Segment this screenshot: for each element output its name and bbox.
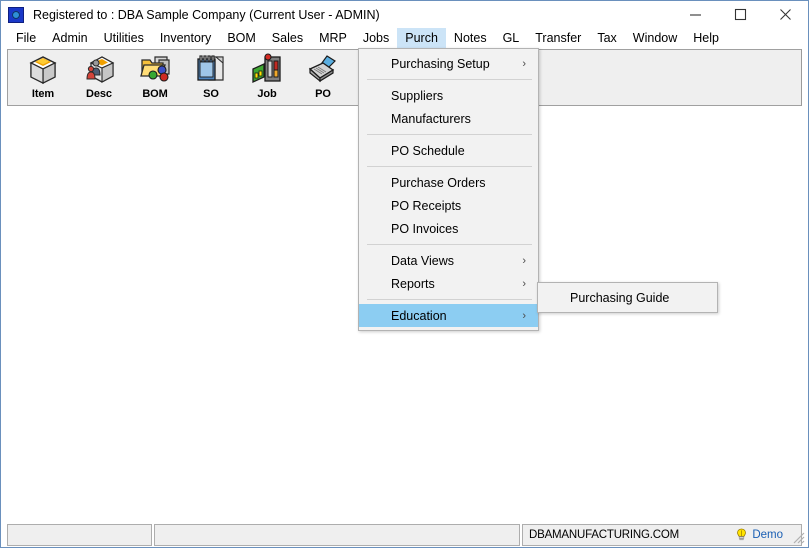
purch-dropdown-menu: Purchasing Setup › Suppliers Manufacturers P…: [358, 48, 539, 331]
menubar-item-inventory[interactable]: Inventory: [152, 28, 219, 48]
menu-item-purchasing-setup[interactable]: Purchasing Setup ›: [359, 52, 538, 75]
menu-separator: [367, 244, 532, 245]
purchase-order-stapler-icon: [307, 53, 339, 85]
education-submenu: Purchasing Guide: [537, 282, 718, 313]
menubar-item-mrp[interactable]: MRP: [311, 28, 355, 48]
menu-item-label: Purchase Orders: [391, 175, 486, 190]
menu-item-po-schedule[interactable]: PO Schedule: [359, 139, 538, 162]
job-machine-icon: [251, 53, 283, 85]
item-box-icon: [27, 53, 59, 85]
menu-item-label: Reports: [391, 276, 435, 291]
menu-item-label: Suppliers: [391, 88, 444, 103]
title-bar: Registered to : DBA Sample Company (Curr…: [1, 1, 808, 28]
menubar-item-admin[interactable]: Admin: [44, 28, 95, 48]
menubar-item-bom[interactable]: BOM: [219, 28, 263, 48]
resize-grip-icon[interactable]: [791, 530, 805, 544]
chevron-right-icon: ›: [522, 254, 526, 267]
menu-bar: File Admin Utilities Inventory BOM Sales MRP Jo…: [1, 28, 808, 48]
menubar-item-utilities[interactable]: Utilities: [96, 28, 152, 48]
toolbar-button-label: BOM: [142, 88, 168, 100]
toolbar-button-so[interactable]: SO: [183, 50, 239, 105]
status-panel-right: DBAMANUFACTURING.COM Demo: [522, 523, 802, 546]
menubar-item-sales[interactable]: Sales: [264, 28, 311, 48]
menu-item-label: Manufacturers: [391, 111, 471, 126]
lightbulb-icon: [737, 528, 747, 540]
menubar-item-transfer[interactable]: Transfer: [527, 28, 589, 48]
maximize-icon: [734, 8, 747, 21]
window-title: Registered to : DBA Sample Company (Curr…: [33, 7, 380, 22]
menubar-item-file[interactable]: File: [8, 28, 44, 48]
menu-item-education[interactable]: Education ›: [359, 304, 538, 327]
menu-item-data-views[interactable]: Data Views ›: [359, 249, 538, 272]
menu-separator: [367, 79, 532, 80]
menu-item-label: PO Schedule: [391, 143, 465, 158]
toolbar-button-bom[interactable]: BOM: [127, 50, 183, 105]
menu-item-reports[interactable]: Reports ›: [359, 272, 538, 295]
menu-item-purchasing-guide[interactable]: Purchasing Guide: [538, 286, 717, 309]
maximize-button[interactable]: [718, 1, 763, 28]
chevron-right-icon: ›: [522, 309, 526, 322]
close-icon: [780, 9, 791, 20]
status-panel-left: [7, 523, 152, 546]
toolbar-button-item[interactable]: Item: [15, 50, 71, 105]
menu-separator: [367, 299, 532, 300]
application-window: Registered to : DBA Sample Company (Curr…: [0, 0, 809, 548]
toolbar-button-label: SO: [203, 88, 219, 100]
toolbar-button-label: Item: [31, 88, 55, 100]
status-website-label: DBAMANUFACTURING.COM: [529, 528, 679, 541]
toolbar-button-po[interactable]: PO: [295, 50, 351, 105]
menu-item-po-invoices[interactable]: PO Invoices: [359, 217, 538, 240]
menu-separator: [367, 166, 532, 167]
minimize-icon: [690, 14, 701, 16]
toolbar-button-label: Desc: [86, 88, 112, 100]
menu-item-suppliers[interactable]: Suppliers: [359, 84, 538, 107]
menu-item-manufacturers[interactable]: Manufacturers: [359, 107, 538, 130]
dba-app-icon: [8, 6, 24, 23]
status-bar: DBAMANUFACTURING.COM Demo: [1, 517, 808, 547]
window-controls: [673, 1, 808, 28]
menu-item-label: PO Invoices: [391, 221, 459, 236]
chevron-right-icon: ›: [522, 57, 526, 70]
sales-order-notepad-icon: [195, 53, 227, 85]
status-panel-middle: [154, 523, 520, 546]
minimize-button[interactable]: [673, 1, 718, 28]
toolbar-button-desc[interactable]: Desc: [71, 50, 127, 105]
menubar-item-purch[interactable]: Purch: [397, 28, 446, 48]
menu-item-po-receipts[interactable]: PO Receipts: [359, 194, 538, 217]
demo-label: Demo: [752, 528, 783, 541]
menubar-item-gl[interactable]: GL: [495, 28, 528, 48]
menubar-item-jobs[interactable]: Jobs: [355, 28, 397, 48]
menu-item-label: Data Views: [391, 253, 454, 268]
menubar-item-help[interactable]: Help: [685, 28, 727, 48]
menu-item-label: PO Receipts: [391, 198, 462, 213]
menu-item-label: Purchasing Guide: [570, 290, 670, 305]
toolbar-button-label: Job: [257, 88, 277, 100]
toolbar-button-label: PO: [315, 88, 331, 100]
close-button[interactable]: [763, 1, 808, 28]
menu-item-purchase-orders[interactable]: Purchase Orders: [359, 171, 538, 194]
toolbar-button-job[interactable]: Job: [239, 50, 295, 105]
menubar-item-notes[interactable]: Notes: [446, 28, 495, 48]
bom-folder-icon: [139, 53, 171, 85]
descriptor-people-box-icon: [83, 53, 115, 85]
chevron-right-icon: ›: [522, 277, 526, 290]
menu-separator: [367, 134, 532, 135]
menu-item-label: Purchasing Setup: [391, 56, 490, 71]
menubar-item-window[interactable]: Window: [625, 28, 685, 48]
menu-item-label: Education: [391, 308, 447, 323]
menubar-item-tax[interactable]: Tax: [589, 28, 624, 48]
